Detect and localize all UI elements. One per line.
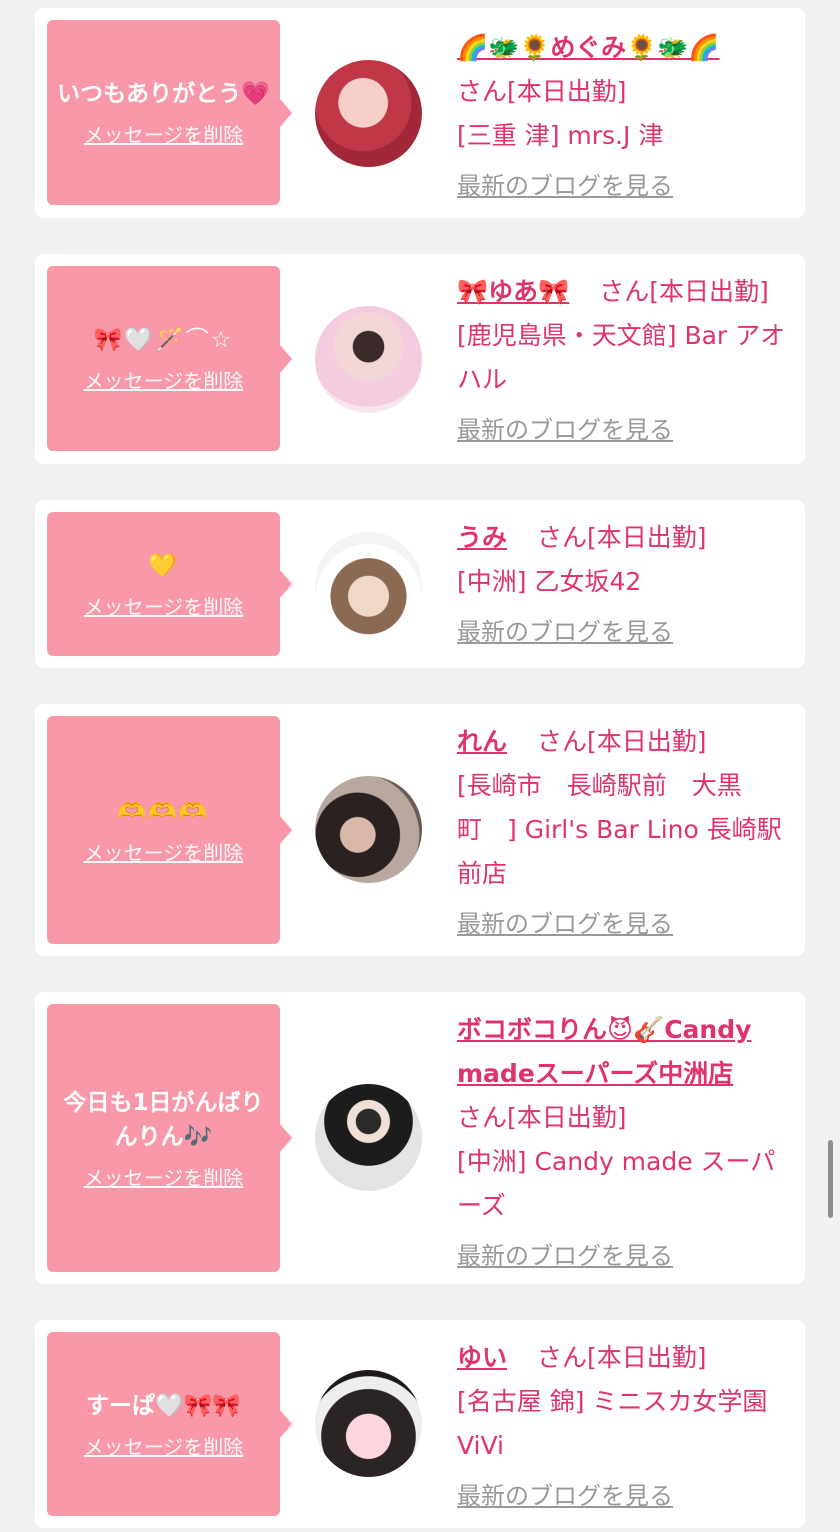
cast-location: [中洲] 乙女坂42 — [457, 567, 642, 596]
blog-link[interactable]: 最新のブログを見る — [457, 902, 797, 946]
message-card: 🫶🫶🫶 メッセージを削除 れん さん[本日出勤] [長崎市 長崎駅前 大黒町 ]… — [35, 704, 805, 956]
cast-status: さん[本日出勤] — [536, 727, 707, 756]
message-card: 🎀🤍🪄⌒☆ メッセージを削除 🎀ゆあ🎀 さん[本日出勤] [鹿児島県・天文館] … — [35, 254, 805, 464]
cast-status: さん[本日出勤] — [536, 523, 707, 552]
message-text: すーぱ🤍🎀🎀 — [86, 1392, 241, 1419]
message-text: いつもありがとう💗 — [57, 81, 270, 107]
message-bubble: すーぱ🤍🎀🎀 メッセージを削除 — [47, 1332, 292, 1516]
message-card: いつもありがとう💗 メッセージを削除 🌈🐲🌻めぐみ🌻🐲🌈 さん[本日出勤] [三… — [35, 8, 805, 218]
blog-link[interactable]: 最新のブログを見る — [457, 408, 797, 452]
avatar[interactable] — [315, 60, 422, 167]
message-text: 💛 — [148, 552, 179, 579]
cast-name-link[interactable]: うみ — [457, 523, 507, 552]
message-text: 🎀🤍🪄⌒☆ — [93, 327, 234, 353]
blog-link[interactable]: 最新のブログを見る — [457, 164, 797, 208]
cast-name-link[interactable]: 🎀ゆあ🎀 — [457, 277, 569, 306]
delete-message-link[interactable]: メッセージを削除 — [84, 1431, 244, 1460]
delete-message-link[interactable]: メッセージを削除 — [84, 119, 244, 148]
cast-name-link[interactable]: 🌈🐲🌻めぐみ🌻🐲🌈 — [457, 33, 720, 62]
delete-message-link[interactable]: メッセージを削除 — [84, 837, 244, 866]
message-bubble: 🫶🫶🫶 メッセージを削除 — [47, 716, 292, 944]
message-text: 今日も1日がんばりんりん🎶 — [63, 1089, 264, 1150]
scrollbar[interactable] — [828, 1140, 833, 1218]
cast-location: [中洲] Candy made スーパーズ — [457, 1147, 776, 1220]
delete-message-link[interactable]: メッセージを削除 — [84, 1162, 244, 1191]
blog-link[interactable]: 最新のブログを見る — [457, 610, 797, 654]
avatar[interactable] — [315, 306, 422, 413]
cast-location: [鹿児島県・天文館] Bar アオハル — [457, 321, 786, 394]
cast-location: [長崎市 長崎駅前 大黒町 ] Girl's Bar Lino 長崎駅前店 — [457, 771, 782, 888]
message-bubble: 今日も1日がんばりんりん🎶 メッセージを削除 — [47, 1004, 292, 1272]
message-bubble: 🎀🤍🪄⌒☆ メッセージを削除 — [47, 266, 292, 451]
cast-location: [三重 津] mrs.J 津 — [457, 121, 664, 150]
cast-location: [名古屋 錦] ミニスカ女学園ViVi — [457, 1387, 768, 1460]
avatar[interactable] — [315, 1084, 422, 1191]
cast-status: さん[本日出勤] — [536, 1343, 707, 1372]
avatar[interactable] — [315, 1370, 422, 1477]
delete-message-link[interactable]: メッセージを削除 — [84, 365, 244, 394]
cast-status: さん[本日出勤] — [457, 1103, 627, 1132]
cast-name-link[interactable]: れん — [457, 727, 507, 756]
cast-status: さん[本日出勤] — [599, 277, 769, 306]
message-bubble: 💛 メッセージを削除 — [47, 512, 292, 656]
message-bubble: いつもありがとう💗 メッセージを削除 — [47, 20, 292, 205]
cast-status: さん[本日出勤] — [457, 77, 627, 106]
blog-link[interactable]: 最新のブログを見る — [457, 1234, 797, 1278]
cast-name-link[interactable]: ボコボコりん😈🎸Candy madeスーパーズ中洲店 — [457, 1015, 751, 1088]
avatar[interactable] — [315, 776, 422, 883]
message-card: 今日も1日がんばりんりん🎶 メッセージを削除 ボコボコりん😈🎸Candy mad… — [35, 992, 805, 1284]
delete-message-link[interactable]: メッセージを削除 — [84, 591, 244, 620]
avatar[interactable] — [315, 532, 422, 639]
message-card: すーぱ🤍🎀🎀 メッセージを削除 ゆい さん[本日出勤] [名古屋 錦] ミニスカ… — [35, 1320, 805, 1528]
blog-link[interactable]: 最新のブログを見る — [457, 1474, 797, 1518]
cast-name-link[interactable]: ゆい — [457, 1343, 507, 1372]
message-text: 🫶🫶🫶 — [117, 798, 210, 825]
message-card: 💛 メッセージを削除 うみ さん[本日出勤] [中洲] 乙女坂42 最新のブログ… — [35, 500, 805, 668]
